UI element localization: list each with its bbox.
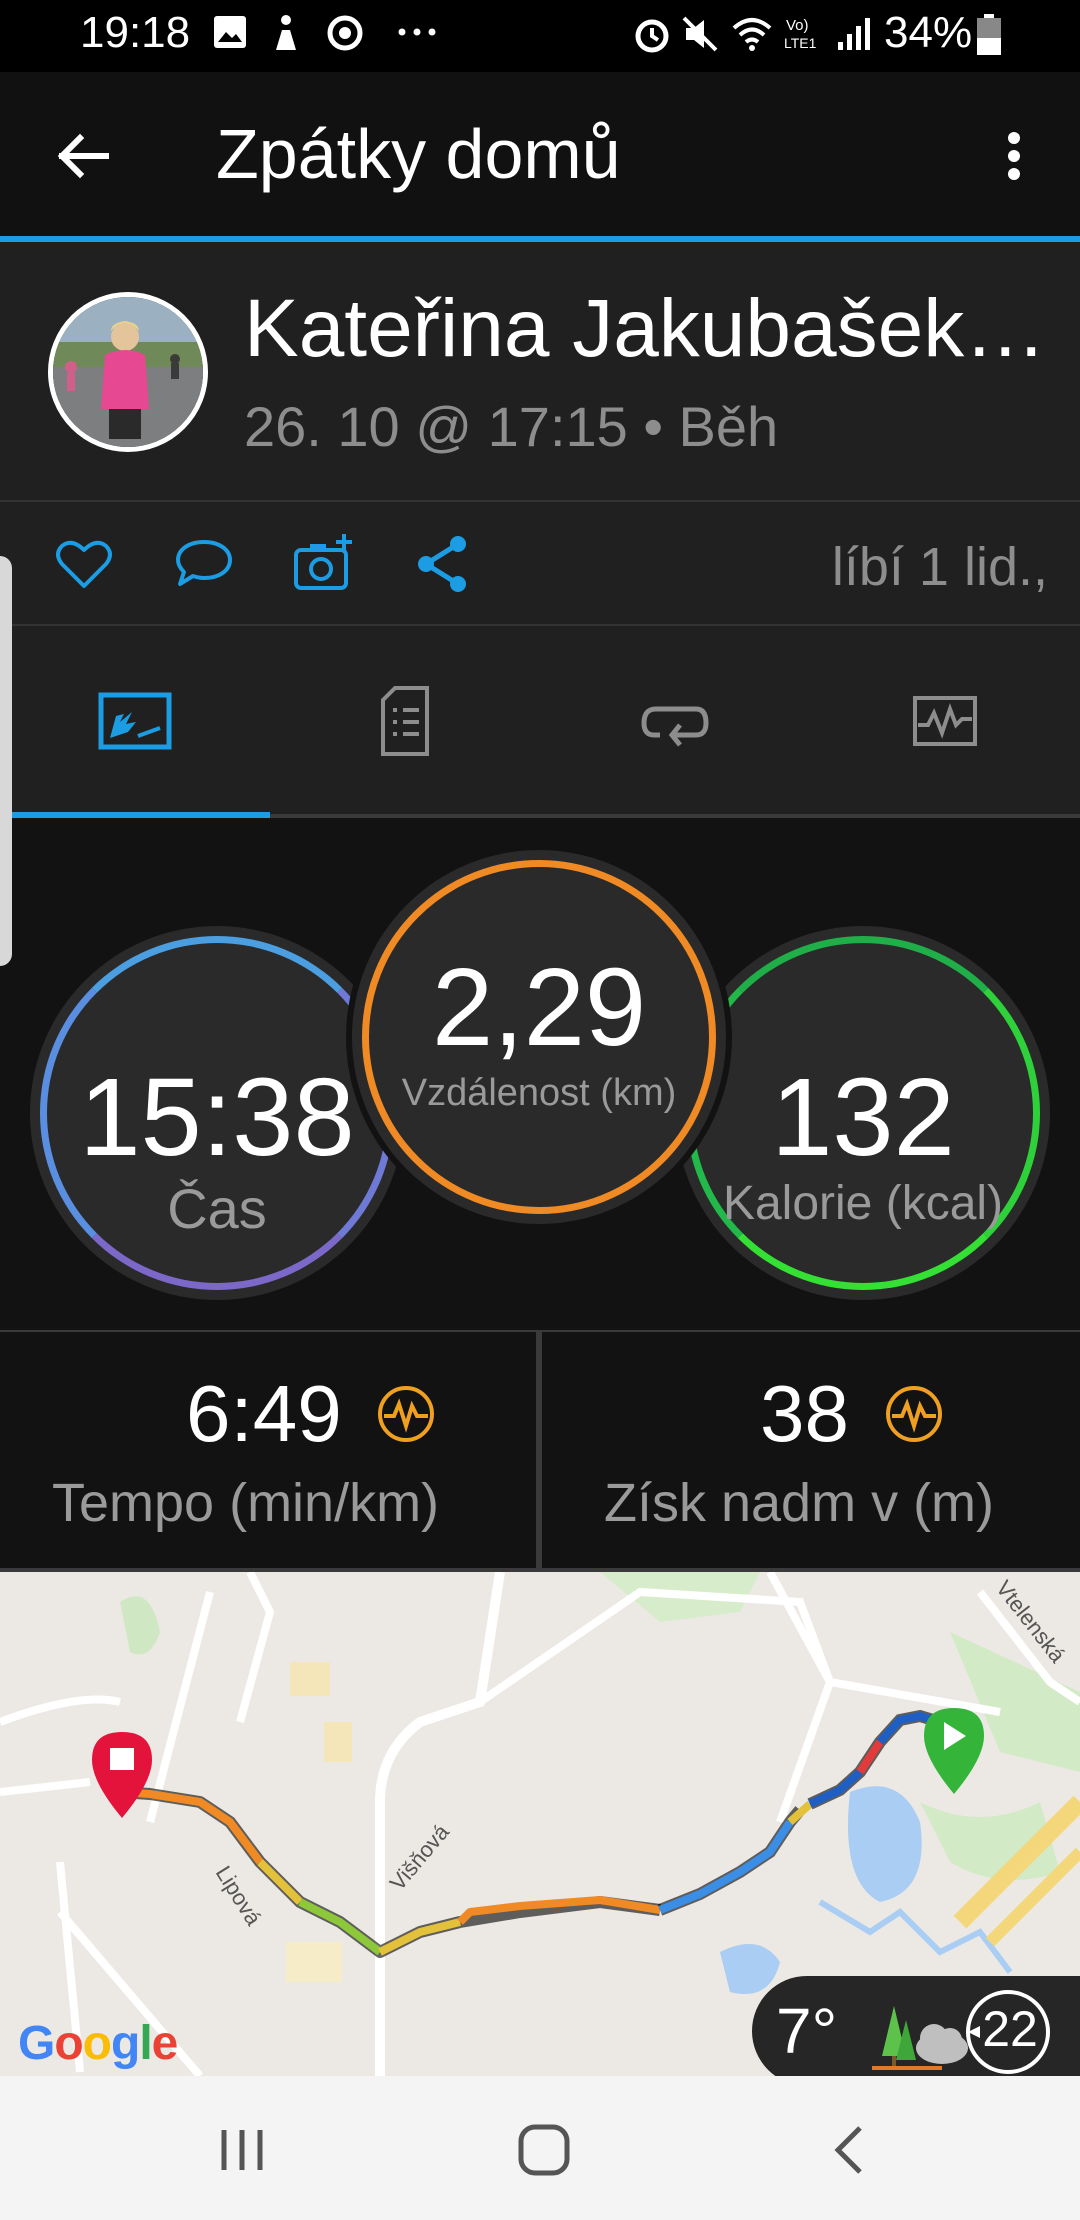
activity-header: Kateřina Jakubašek… 26. 10 @ 17:15 • Běh	[0, 242, 1080, 502]
volte-icon: Vo) LTE1	[784, 17, 817, 51]
stat-calories-label: Kalorie (kcal)	[722, 1177, 1004, 1230]
home-icon[interactable]	[516, 2122, 572, 2178]
tab-overview[interactable]	[0, 626, 270, 816]
avatar[interactable]	[48, 292, 208, 452]
loop-icon	[641, 706, 709, 747]
stat-calories-value: 132	[771, 1056, 955, 1179]
stat-cells: 6:49 Tempo (min/km) 38 Získ nadm v (m)	[0, 1330, 1080, 1574]
overview-icon	[98, 692, 172, 750]
status-bar: 19:18 Vo) LTE1 34%	[0, 0, 1080, 72]
pulse-icon	[378, 1386, 434, 1442]
pace-value: 6:49	[186, 1369, 342, 1458]
stat-time-label: Čas	[167, 1177, 267, 1240]
status-time: 19:18	[80, 8, 191, 57]
pulse-icon	[886, 1386, 942, 1442]
accessibility-icon	[276, 15, 296, 50]
google-logo: Google	[18, 2017, 178, 2070]
pace-label: Tempo (min/km)	[52, 1473, 440, 1533]
arrow-left-icon[interactable]	[52, 124, 116, 188]
share-icon[interactable]	[412, 532, 476, 596]
weather-temperature: 7°	[776, 1995, 838, 2067]
heart-icon[interactable]	[52, 532, 116, 596]
tab-charts[interactable]	[810, 626, 1080, 816]
weather-wind-value: 22	[982, 2001, 1038, 2057]
pace-cell[interactable]: 6:49 Tempo (min/km)	[0, 1332, 536, 1568]
recent-apps-icon[interactable]	[216, 2124, 268, 2176]
page-title: Zpátky domů	[216, 115, 621, 193]
elevation-value: 38	[760, 1369, 849, 1458]
app-bar: Zpátky domů	[0, 72, 1080, 242]
stats-panel: 15:38 Čas 132 Kalorie (kcal) 2,29 Vzdále…	[0, 818, 1080, 1330]
system-nav-bar	[0, 2076, 1080, 2220]
back-icon[interactable]	[822, 2122, 878, 2178]
wifi-icon	[732, 18, 772, 51]
stat-time-circle[interactable]: 15:38 Čas	[30, 926, 404, 1300]
tab-details[interactable]	[270, 626, 540, 816]
mute-icon	[682, 16, 718, 52]
camera-add-icon[interactable]	[292, 532, 356, 596]
comment-icon[interactable]	[172, 532, 236, 596]
alarm-icon	[635, 19, 669, 53]
weather-tree-cloud-icon	[872, 2006, 968, 2070]
tab-laps[interactable]	[540, 626, 810, 816]
elevation-label: Získ nadm v (m)	[604, 1473, 995, 1533]
stat-distance-label: Vzdálenost (km)	[401, 1072, 677, 1114]
signal-icon	[838, 18, 870, 50]
activity-date-type: 26. 10 @ 17:15 • Běh	[244, 395, 779, 458]
athlete-name: Kateřina Jakubašek…	[244, 283, 1047, 374]
likes-count[interactable]: líbí 1 lid.,	[832, 536, 1048, 598]
stat-time-value: 15:38	[79, 1056, 355, 1179]
weather-widget[interactable]: 7° 22	[752, 1976, 1080, 2076]
svg-text:Vo): Vo)	[786, 17, 809, 34]
more-dots-icon	[398, 28, 436, 36]
more-vert-icon[interactable]	[990, 130, 1042, 182]
stat-distance-value: 2,29	[431, 946, 647, 1069]
image-icon	[214, 16, 246, 48]
stat-distance-circle[interactable]: 2,29 Vzdálenost (km)	[352, 850, 726, 1224]
chart-icon	[913, 696, 977, 746]
svg-text:LTE1: LTE1	[784, 35, 817, 51]
battery-icon	[977, 14, 1001, 55]
sync-icon	[327, 15, 363, 51]
tab-bar	[0, 626, 1080, 816]
battery-percentage: 34%	[884, 8, 973, 57]
route-map[interactable]: Lipová Višňová Vtelenská Google 7° 22	[0, 1572, 1080, 2076]
elevation-cell[interactable]: 38 Získ nadm v (m)	[542, 1332, 1080, 1568]
document-icon	[381, 686, 429, 756]
edge-panel-handle[interactable]	[0, 556, 12, 966]
stat-calories-circle[interactable]: 132 Kalorie (kcal)	[676, 926, 1050, 1300]
actions-row: líbí 1 lid.,	[0, 502, 1080, 626]
